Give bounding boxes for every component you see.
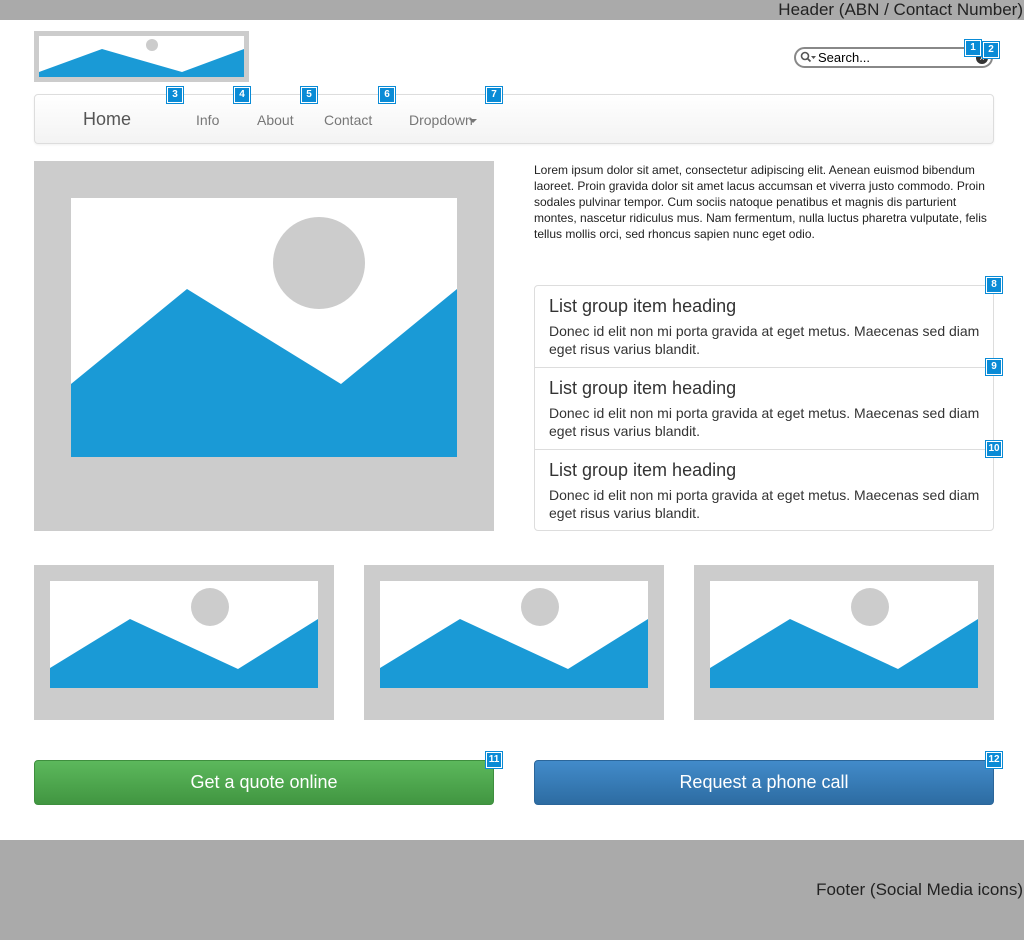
marker-9: 9 bbox=[986, 359, 1002, 375]
nav-dropdown-label: Dropdown bbox=[409, 112, 473, 128]
logo[interactable] bbox=[34, 31, 249, 82]
list-item-text: Donec id elit non mi porta gravida at eg… bbox=[549, 405, 980, 439]
image-placeholder-icon bbox=[710, 581, 978, 688]
header-band: Header (ABN / Contact Number) bbox=[0, 0, 1024, 20]
list-item-heading: List group item heading bbox=[549, 460, 737, 480]
list-item-heading: List group item heading bbox=[549, 296, 737, 316]
nav-home[interactable]: Home bbox=[83, 109, 131, 130]
list-item-text: Donec id elit non mi porta gravida at eg… bbox=[549, 487, 980, 521]
thumbnail-2[interactable] bbox=[364, 565, 664, 720]
list-item[interactable]: List group item heading Donec id elit no… bbox=[535, 450, 993, 532]
nav-info[interactable]: Info bbox=[196, 112, 219, 128]
hero-image bbox=[34, 161, 494, 531]
image-placeholder-icon bbox=[71, 198, 457, 457]
marker-4: 4 bbox=[234, 87, 250, 103]
marker-2: 2 bbox=[983, 42, 999, 58]
get-quote-button[interactable]: Get a quote online bbox=[34, 760, 494, 805]
caret-down-icon bbox=[468, 119, 477, 124]
marker-3: 3 bbox=[167, 87, 183, 103]
list-item-heading: List group item heading bbox=[549, 378, 737, 398]
marker-5: 5 bbox=[301, 87, 317, 103]
list-item[interactable]: List group item heading Donec id elit no… bbox=[535, 286, 993, 368]
image-placeholder-icon bbox=[380, 581, 648, 688]
thumbnail-3[interactable] bbox=[694, 565, 994, 720]
marker-11: 11 bbox=[486, 752, 502, 768]
search-input[interactable] bbox=[818, 50, 968, 65]
footer-band: Footer (Social Media icons) bbox=[0, 840, 1024, 940]
marker-1: 1 bbox=[965, 40, 981, 56]
search-box[interactable]: × bbox=[794, 47, 993, 68]
image-placeholder-icon bbox=[39, 36, 244, 77]
list-group: List group item heading Donec id elit no… bbox=[534, 285, 994, 531]
marker-10: 10 bbox=[986, 441, 1002, 457]
nav-dropdown[interactable]: Dropdown bbox=[409, 112, 477, 128]
marker-8: 8 bbox=[986, 277, 1002, 293]
marker-12: 12 bbox=[986, 752, 1002, 768]
marker-6: 6 bbox=[379, 87, 395, 103]
nav-contact[interactable]: Contact bbox=[324, 112, 372, 128]
thumbnail-1[interactable] bbox=[34, 565, 334, 720]
list-item[interactable]: List group item heading Donec id elit no… bbox=[535, 368, 993, 450]
nav-about[interactable]: About bbox=[257, 112, 294, 128]
marker-7: 7 bbox=[486, 87, 502, 103]
image-placeholder-icon bbox=[50, 581, 318, 688]
search-icon bbox=[800, 51, 816, 63]
list-item-text: Donec id elit non mi porta gravida at eg… bbox=[549, 323, 980, 357]
footer-text: Footer (Social Media icons) bbox=[816, 880, 1023, 899]
intro-paragraph: Lorem ipsum dolor sit amet, consectetur … bbox=[534, 163, 987, 241]
header-text: Header (ABN / Contact Number) bbox=[778, 0, 1023, 19]
request-phone-call-button[interactable]: Request a phone call bbox=[534, 760, 994, 805]
